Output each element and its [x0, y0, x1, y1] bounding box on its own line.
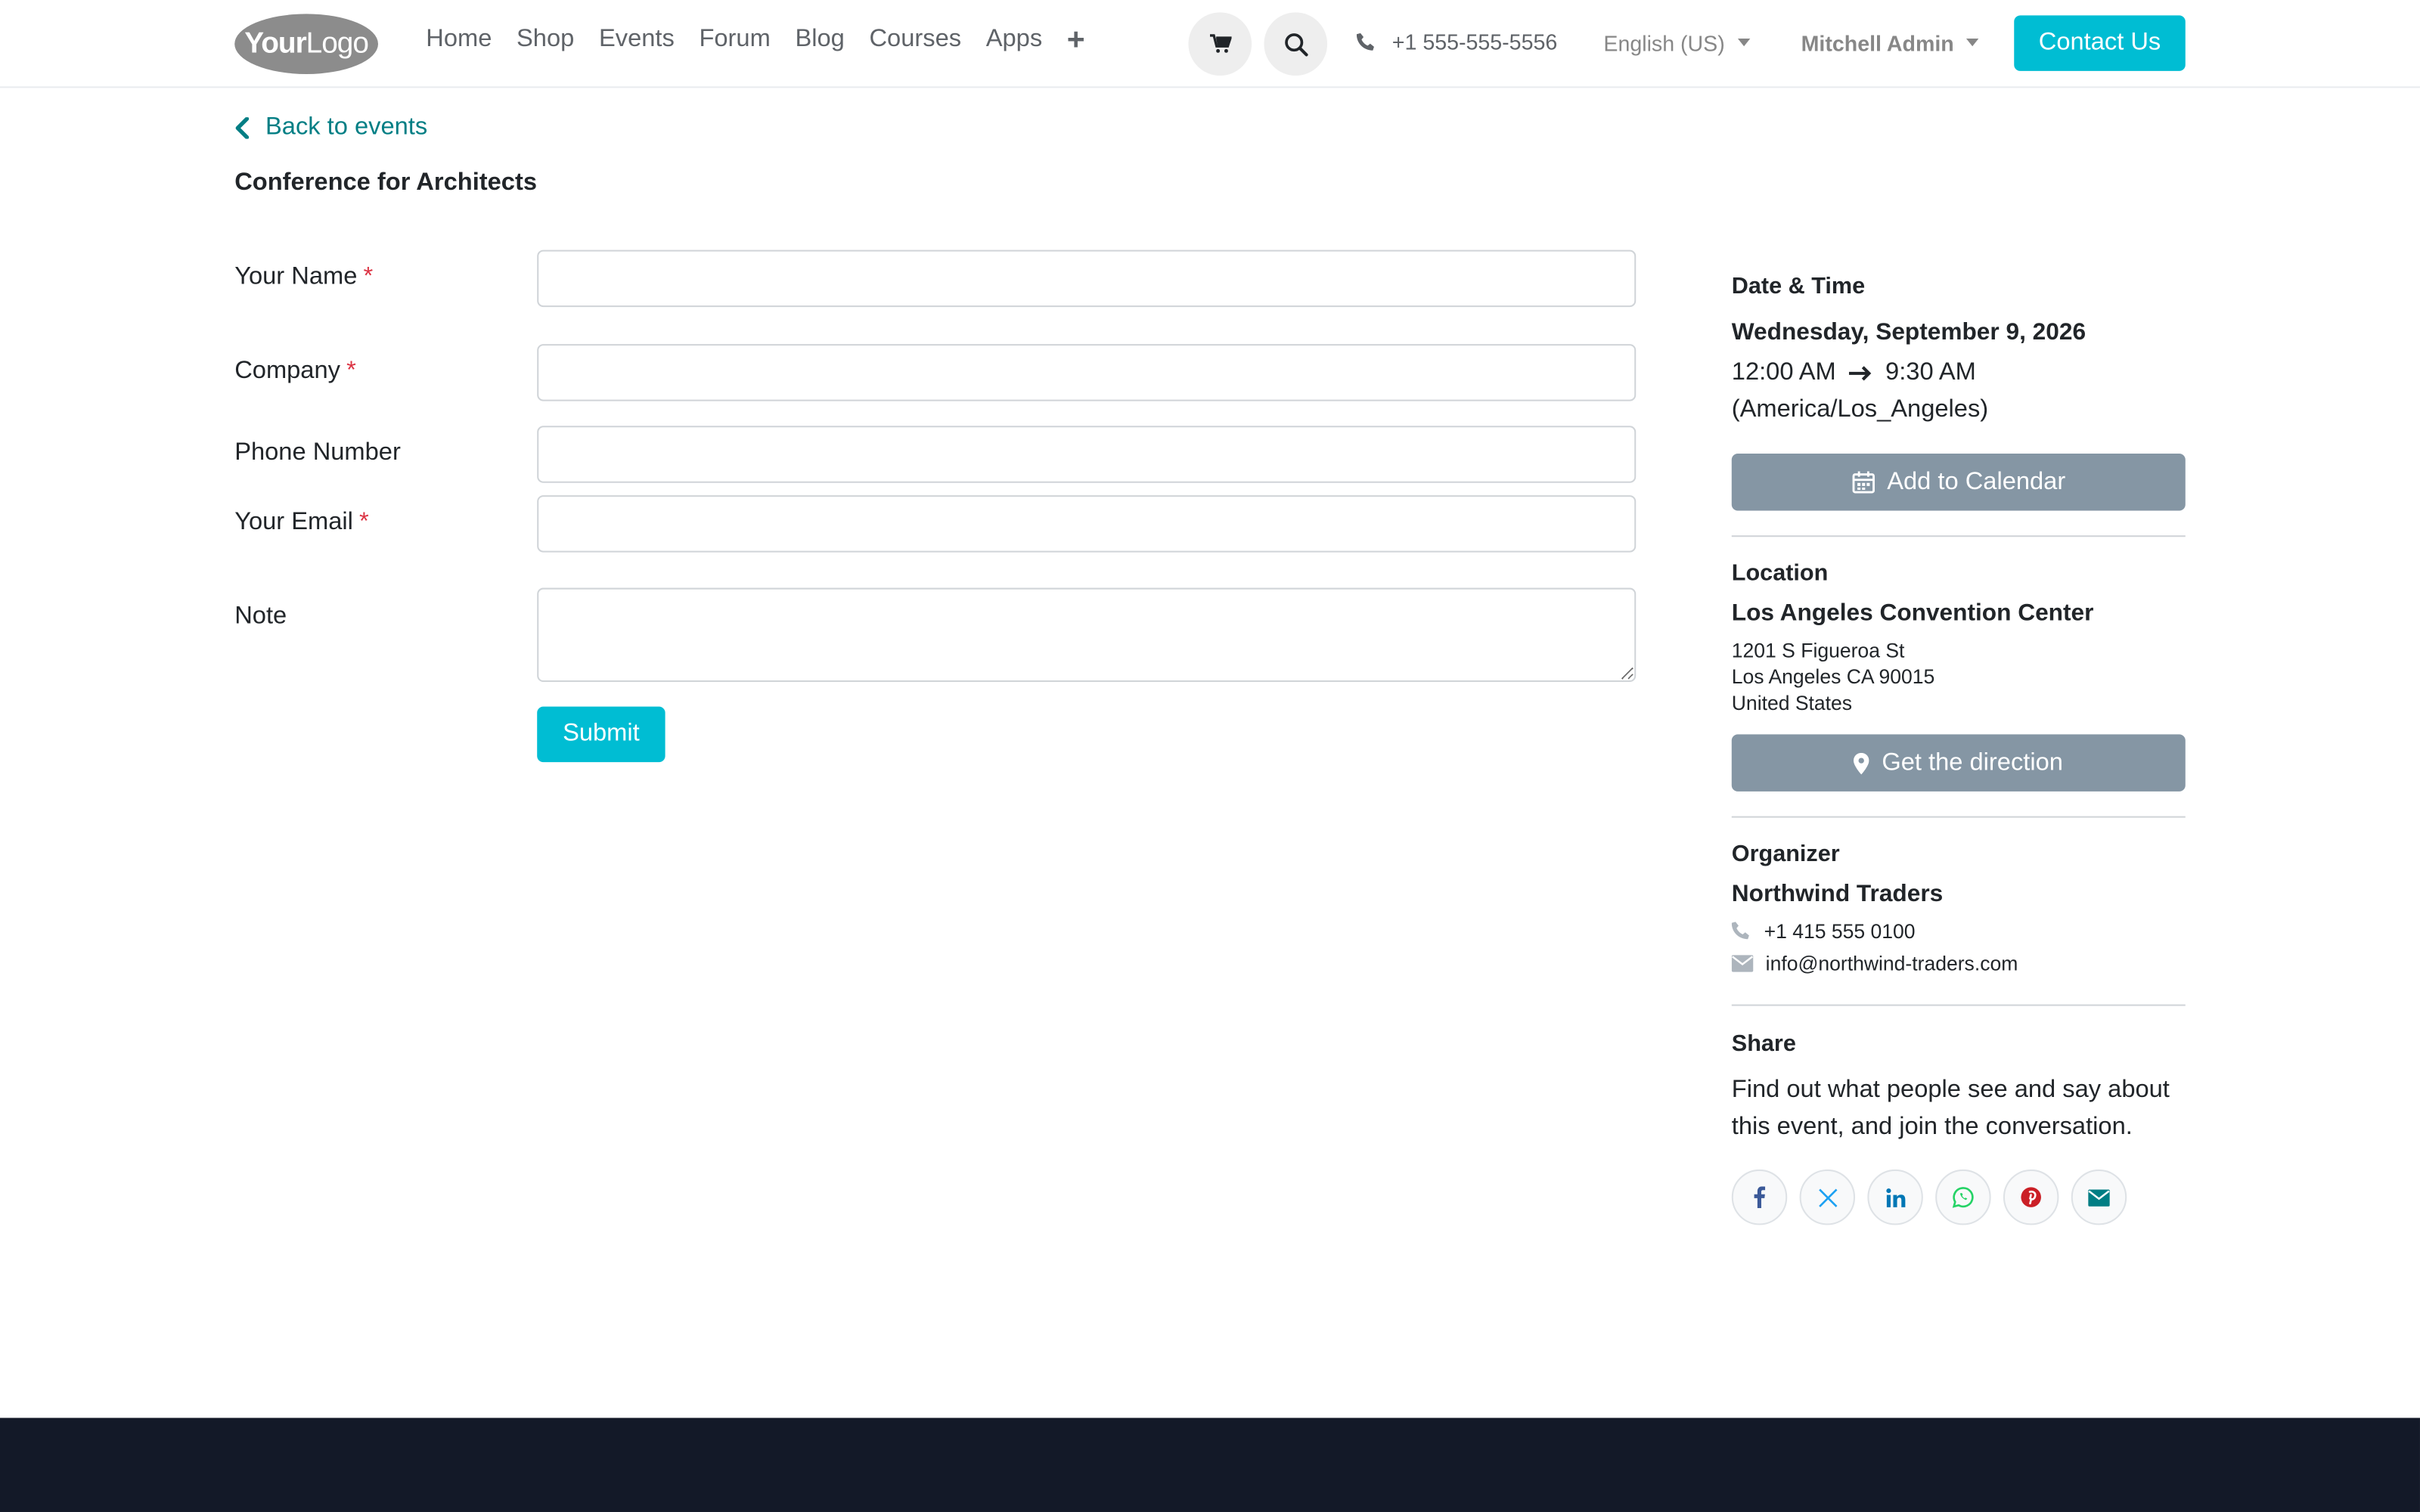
email-share-button[interactable]: [2071, 1169, 2127, 1225]
site-logo[interactable]: Your Logo: [234, 14, 378, 74]
event-time: 12:00 AM 9:30 AM: [1731, 359, 1976, 386]
note-textarea[interactable]: [537, 587, 1637, 683]
calendar-icon: [1851, 471, 1875, 494]
linkedin-icon: [1885, 1188, 1905, 1207]
divider: [1731, 816, 2186, 818]
map-marker-icon: [1854, 751, 1870, 774]
facebook-share-button[interactable]: [1731, 1169, 1788, 1225]
organizer-email[interactable]: info@northwind-traders.com: [1731, 952, 2186, 975]
envelope-icon: [2088, 1188, 2110, 1206]
event-date: Wednesday, September 9, 2026: [1731, 319, 2086, 346]
cart-button[interactable]: [1188, 12, 1252, 76]
nav-courses[interactable]: Courses: [869, 26, 961, 54]
search-icon: [1284, 33, 1308, 56]
name-input[interactable]: [537, 249, 1637, 308]
note-label: Note: [234, 603, 287, 630]
cart-icon: [1208, 34, 1231, 53]
email-label: Your Email *: [234, 509, 369, 536]
chevron-down-icon: [1737, 38, 1750, 46]
nav-apps[interactable]: Apps: [986, 26, 1042, 54]
location-heading: Location: [1731, 559, 1829, 587]
get-direction-button[interactable]: Get the direction: [1731, 734, 2186, 792]
linkedin-share-button[interactable]: [1867, 1169, 1923, 1225]
twitter-share-button[interactable]: [1799, 1169, 1856, 1225]
venue-address: 1201 S Figueroa St Los Angeles CA 90015 …: [1731, 638, 1935, 714]
pinterest-share-button[interactable]: [2003, 1169, 2059, 1225]
phone-icon: [1731, 922, 1749, 940]
phone-input[interactable]: [537, 426, 1637, 483]
email-input[interactable]: [537, 495, 1637, 553]
nav-shop[interactable]: Shop: [517, 26, 574, 54]
nav-forum[interactable]: Forum: [699, 26, 770, 54]
organizer-phone[interactable]: +1 415 555 0100: [1731, 919, 2186, 943]
chevron-down-icon: [1966, 38, 1979, 46]
submit-button[interactable]: Submit: [537, 706, 666, 763]
event-title: Conference for Architects: [234, 169, 538, 197]
venue-name: Los Angeles Convention Center: [1731, 600, 2094, 627]
search-button[interactable]: [1264, 12, 1328, 76]
nav-blog[interactable]: Blog: [795, 26, 844, 54]
share-heading: Share: [1731, 1030, 1796, 1057]
phone-label: Phone Number: [234, 439, 401, 466]
main-nav: Home Shop Events Forum Blog Courses Apps…: [426, 25, 1085, 56]
envelope-icon: [1731, 955, 1754, 972]
name-label: Your Name *: [234, 263, 374, 290]
whatsapp-share-button[interactable]: [1935, 1169, 1991, 1225]
user-menu[interactable]: Mitchell Admin: [1801, 31, 1979, 55]
organizer-name: Northwind Traders: [1731, 881, 1944, 907]
x-twitter-icon: [1818, 1188, 1837, 1207]
phone-icon: [1356, 32, 1374, 50]
facebook-icon: [1754, 1186, 1766, 1208]
contact-us-button[interactable]: Contact Us: [2014, 15, 2186, 71]
divider: [1731, 535, 2186, 538]
divider: [1731, 1004, 2186, 1006]
social-share-bar: [1731, 1169, 2127, 1225]
pinterest-icon: [2021, 1187, 2041, 1207]
top-navbar: Your Logo Home Shop Events Forum Blog Cou…: [0, 0, 2420, 88]
back-to-events-link[interactable]: Back to events: [234, 114, 427, 142]
company-input[interactable]: [537, 344, 1637, 401]
page-footer: [0, 1418, 2420, 1512]
whatsapp-icon: [1952, 1187, 1974, 1208]
header-phone[interactable]: +1 555-555-5556: [1356, 29, 1557, 54]
nav-home[interactable]: Home: [426, 26, 492, 54]
share-text: Find out what people see and say about t…: [1731, 1077, 2170, 1141]
language-dropdown[interactable]: English (US): [1603, 31, 1750, 55]
organizer-heading: Organizer: [1731, 841, 1840, 867]
company-label: Company *: [234, 358, 356, 385]
arrow-right-icon: [1848, 366, 1871, 381]
datetime-heading: Date & Time: [1731, 273, 1866, 299]
nav-events[interactable]: Events: [599, 26, 675, 54]
chevron-left-icon: [235, 117, 250, 139]
add-menu-icon[interactable]: +: [1067, 25, 1085, 56]
add-to-calendar-button[interactable]: Add to Calendar: [1731, 453, 2186, 511]
event-timezone: (America/Los_Angeles): [1731, 396, 1989, 423]
